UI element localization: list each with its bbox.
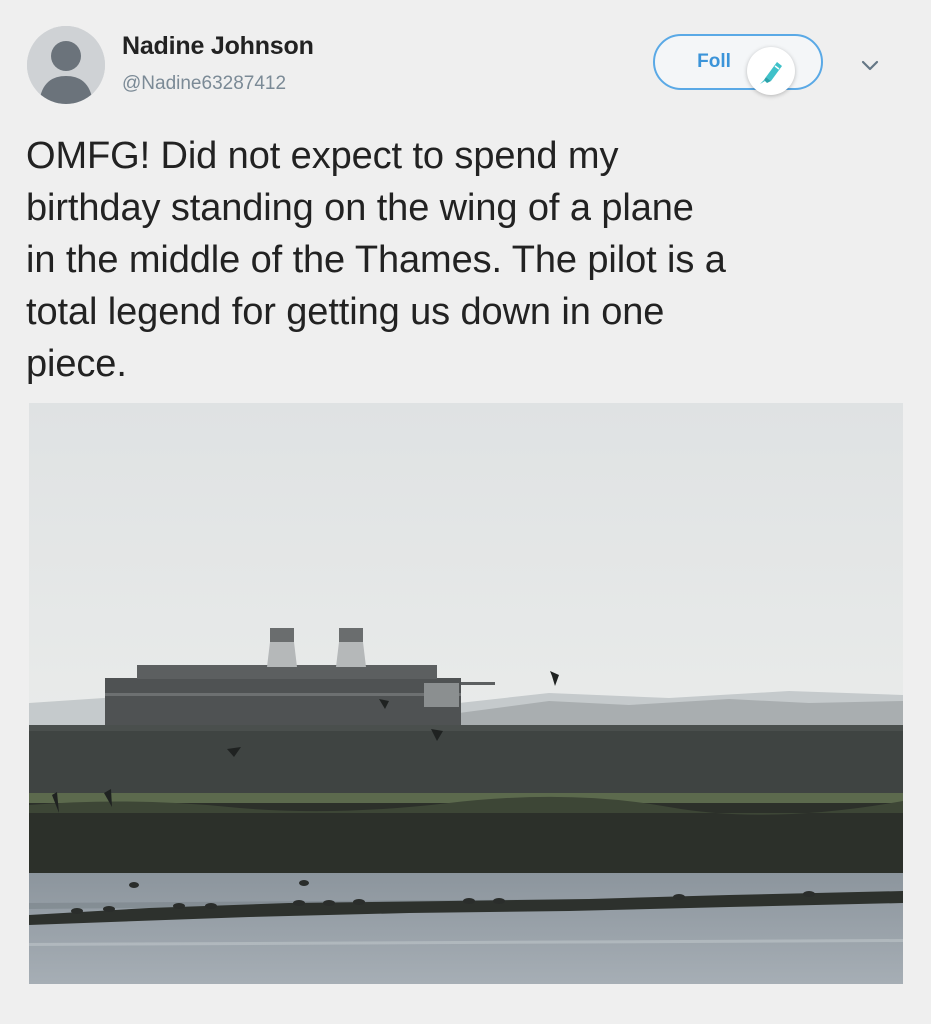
- default-avatar-icon: [27, 26, 105, 104]
- river-landscape-photo: [29, 403, 903, 984]
- edit-badge[interactable]: [747, 47, 795, 95]
- tweet-text-line: total legend for getting us down in one: [26, 291, 665, 333]
- tweet-photo[interactable]: [29, 403, 903, 984]
- tweet-text-line: in the middle of the Thames. The pilot i…: [26, 239, 726, 281]
- author-name[interactable]: Nadine Johnson: [122, 32, 314, 61]
- tweet-text-line: OMFG! Did not expect to spend my: [26, 135, 619, 177]
- highlighter-pen-icon: [760, 62, 782, 84]
- tweet-text-line: birthday standing on the wing of a plane: [26, 187, 694, 229]
- chevron-down-icon[interactable]: [856, 55, 884, 77]
- avatar[interactable]: [27, 26, 105, 104]
- author-handle[interactable]: @Nadine63287412: [122, 73, 286, 95]
- tweet-text-line: piece.: [26, 343, 127, 385]
- tweet-text: OMFG! Did not expect to spend my birthda…: [26, 130, 906, 390]
- follow-button[interactable]: Foll: [653, 34, 823, 90]
- follow-button-label: Foll: [697, 51, 731, 72]
